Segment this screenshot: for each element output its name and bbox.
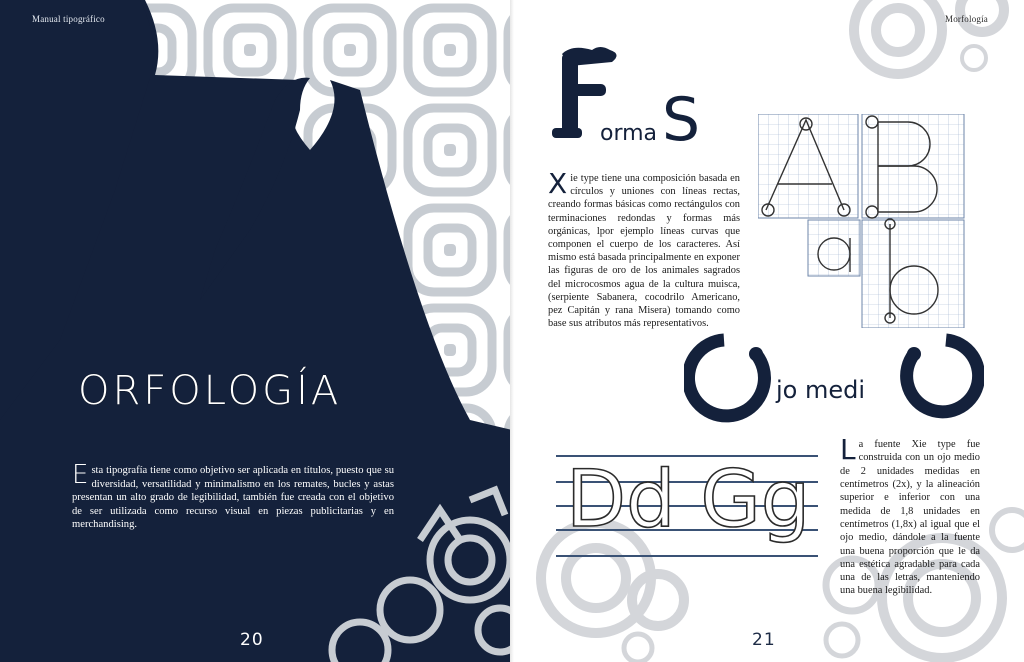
formas-text: ie type tiene una composición basada en … (548, 173, 740, 330)
title-rest: ORFOLOGÍA (78, 368, 342, 414)
page-number: 20 (240, 630, 264, 650)
ojo-text: a fuente Xie type fue construida con un … (840, 439, 980, 597)
intro-text: sta tipografía tiene como objetivo ser a… (72, 465, 394, 531)
page-number: 21 (752, 630, 776, 650)
page-title: ORFOLOGÍA (78, 368, 341, 414)
sample-glyphs: Dd Gg (566, 455, 810, 545)
formas-heading-final: S (662, 85, 700, 150)
drop-cap: E (72, 460, 89, 490)
formas-paragraph: Xie type tiene una composición basada en… (548, 167, 740, 330)
running-head: Manual tipográfico (32, 14, 105, 24)
ojo-medio-paragraph: La fuente Xie type fue construida con un… (840, 433, 980, 598)
drop-cap: L (840, 433, 856, 466)
intro-paragraph: Esta tipografía tiene como objetivo ser … (72, 460, 394, 532)
construction-grid-figure (758, 114, 965, 328)
gutter-shadow (510, 0, 514, 662)
ojo-medio-heading: jo medi (684, 333, 984, 423)
drop-cap: X (548, 167, 568, 200)
ojo-heading-rest: jo medi (775, 376, 865, 404)
left-page: Manual tipográfico ORFOLOGÍA Esta tipogr… (0, 0, 512, 662)
formas-heading-rest: orma (600, 121, 657, 146)
x-height-sample: Dd Gg (556, 454, 818, 557)
right-page: Morfología orma S Xie type tiene una com… (512, 0, 1024, 662)
square-spiral-pattern (0, 0, 512, 662)
formas-heading: orma S (552, 47, 700, 150)
running-head: Morfología (945, 14, 988, 24)
